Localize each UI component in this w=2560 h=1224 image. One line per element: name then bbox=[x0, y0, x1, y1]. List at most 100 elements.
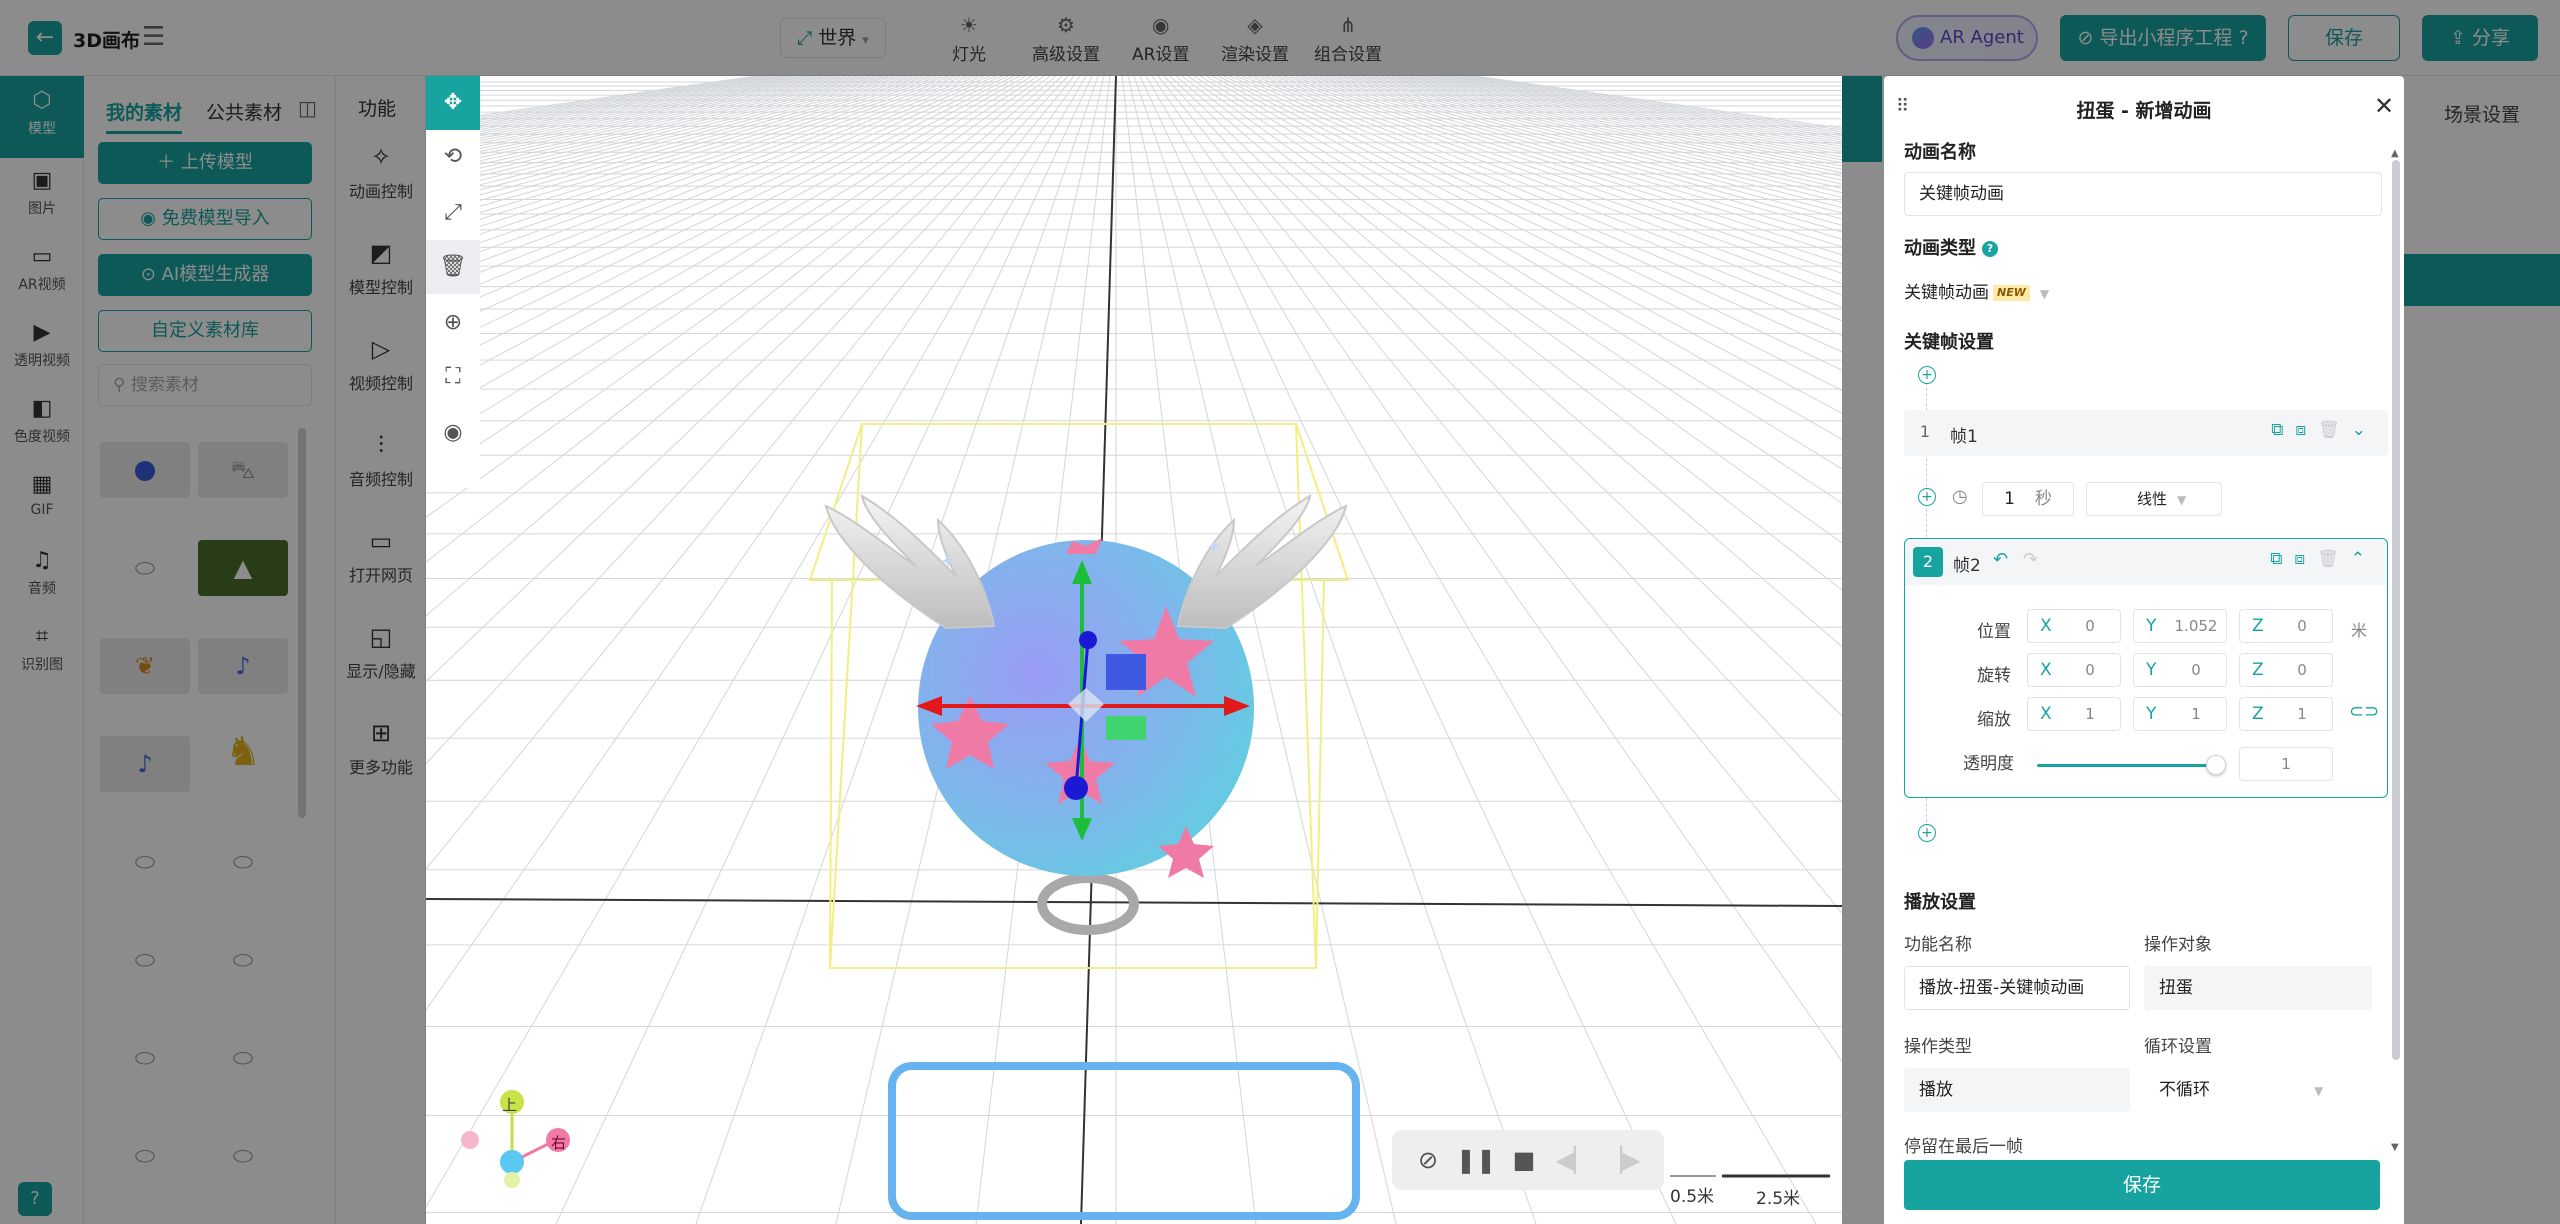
axis-z: Z bbox=[2252, 660, 2264, 680]
loop-select[interactable]: 不循环 ▼ bbox=[2144, 1068, 2372, 1112]
delete-tool-icon[interactable]: 🗑 bbox=[426, 240, 480, 294]
gizmo-up-label: 上 bbox=[502, 1096, 518, 1114]
scale-y-value: 1 bbox=[2191, 705, 2201, 723]
axis-z: Z bbox=[2252, 704, 2264, 724]
rotation-z-input[interactable]: Z0 bbox=[2239, 653, 2333, 687]
gizmo-right-label: 右 bbox=[551, 1134, 567, 1152]
loop-value: 不循环 bbox=[2159, 1080, 2210, 1100]
scale-label-large: 2.5米 bbox=[1756, 1189, 1801, 1209]
keyframe-2-header[interactable]: 2 帧2 ↶ ↷ ⧉⧈🗑⌃ bbox=[1905, 539, 2387, 585]
add-keyframe-icon[interactable]: + bbox=[1918, 824, 1936, 842]
duration-unit: 秒 bbox=[2034, 489, 2052, 509]
viewport-toolbar: ✥ ⟲ ⤢ 🗑 ⊕ ⛶ ◉ bbox=[426, 76, 480, 488]
stay-last-frame-label: 停留在最后一帧 bbox=[1904, 1137, 2023, 1157]
opacity-slider-handle[interactable] bbox=[2206, 755, 2226, 775]
loop-settings-label: 循环设置 bbox=[2144, 1037, 2212, 1057]
duration-input[interactable]: 1秒 bbox=[1982, 482, 2074, 516]
function-name-input[interactable]: 播放-扭蛋-关键帧动画 bbox=[1904, 966, 2130, 1010]
dialog-save-button[interactable]: 保存 bbox=[1904, 1160, 2380, 1210]
rotation-x-input[interactable]: X0 bbox=[2027, 653, 2121, 687]
move-tool-icon[interactable]: ✥ bbox=[426, 76, 480, 130]
new-animation-dialog: ⠿ 扭蛋 - 新增动画 ✕ 动画名称 关键帧动画 动画类型? 关键帧动画 NEW ▼… bbox=[1884, 76, 2404, 1224]
chevron-up-icon[interactable]: ⌃ bbox=[2351, 549, 2377, 569]
animation-name-label: 动画名称 bbox=[1904, 142, 1976, 163]
delete-icon[interactable]: 🗑 bbox=[2318, 420, 2352, 440]
help-icon[interactable]: ? bbox=[1982, 241, 1998, 257]
chevron-down-icon: ▼ bbox=[2177, 493, 2187, 507]
animation-type-text: 动画类型 bbox=[1904, 238, 1976, 259]
animation-playbar: ⊘ ❚❚ ■ ◀▏ ▕▶ bbox=[1392, 1130, 1664, 1190]
rotation-y-input[interactable]: Y0 bbox=[2133, 653, 2227, 687]
axis-y: Y bbox=[2146, 660, 2157, 680]
pause-icon[interactable]: ❚❚ bbox=[1450, 1130, 1502, 1190]
lock-ratio-icon[interactable]: ⊂⊃ bbox=[2349, 701, 2379, 722]
duplicate-icon[interactable]: ⧈ bbox=[2295, 420, 2318, 440]
easing-value: 线性 bbox=[2137, 490, 2168, 508]
position-y-input[interactable]: Y 1.052 bbox=[2133, 609, 2227, 643]
easing-select[interactable]: 线性 ▼ bbox=[2086, 482, 2222, 516]
opacity-slider-track[interactable] bbox=[2037, 764, 2216, 767]
delete-icon[interactable]: 🗑 bbox=[2317, 549, 2351, 569]
add-keyframe-icon[interactable]: + bbox=[1918, 366, 1936, 384]
add-keyframe-icon[interactable]: + bbox=[1918, 488, 1936, 506]
eye-icon[interactable]: ◉ bbox=[426, 406, 480, 460]
frame-name: 帧2 bbox=[1953, 556, 1981, 576]
animation-type-value: 关键帧动画 bbox=[1904, 283, 1989, 303]
chevron-down-icon[interactable]: ⌄ bbox=[2352, 420, 2378, 440]
play-settings-label: 播放设置 bbox=[1904, 892, 1976, 913]
opacity-value: 1 bbox=[2281, 755, 2291, 773]
target-label: 操作对象 bbox=[2144, 935, 2212, 955]
scale-label-small: 0.5米 bbox=[1670, 1187, 1715, 1207]
axis-x: X bbox=[2040, 660, 2052, 680]
animation-type-label: 动画类型? bbox=[1904, 234, 1998, 260]
position-z-input[interactable]: Z0 bbox=[2239, 609, 2333, 643]
scale-tool-icon[interactable]: ⤢ bbox=[426, 186, 480, 240]
focus-tool-icon[interactable]: ⊕ bbox=[426, 296, 480, 350]
timer-icon: ◷ bbox=[1952, 486, 1968, 507]
keyframe-settings-label: 关键帧设置 bbox=[1904, 332, 1994, 353]
position-unit: 米 bbox=[2351, 621, 2368, 640]
frame-number: 2 bbox=[1913, 547, 1943, 577]
undo-icon[interactable]: ↶ bbox=[1993, 549, 2008, 570]
next-frame-icon[interactable]: ▕▶ bbox=[1596, 1130, 1648, 1190]
dialog-scrollbar[interactable] bbox=[2392, 160, 2400, 1060]
svg-text:✦: ✦ bbox=[940, 549, 957, 573]
prev-frame-icon[interactable]: ◀▏ bbox=[1548, 1130, 1600, 1190]
fit-view-icon[interactable]: ⛶ bbox=[426, 350, 480, 404]
scale-z-value: 1 bbox=[2297, 705, 2307, 723]
copy-icon[interactable]: ⧉ bbox=[2271, 420, 2295, 440]
loop-off-icon[interactable]: ⊘ bbox=[1402, 1130, 1454, 1190]
duplicate-icon[interactable]: ⧈ bbox=[2294, 549, 2317, 569]
close-icon[interactable]: ✕ bbox=[2374, 92, 2394, 120]
keyframe-row-2: 2 帧2 ↶ ↷ ⧉⧈🗑⌃ 位置 X0 Y 1.052 Z0 米 旋转 X0 Y0… bbox=[1904, 538, 2388, 798]
opacity-input[interactable]: 1 bbox=[2239, 747, 2333, 781]
rotation-z-value: 0 bbox=[2297, 661, 2307, 679]
rotate-tool-icon[interactable]: ⟲ bbox=[426, 130, 480, 184]
stop-icon[interactable]: ■ bbox=[1498, 1130, 1550, 1190]
copy-icon[interactable]: ⧉ bbox=[2270, 549, 2294, 569]
scale-x-value: 1 bbox=[2085, 705, 2095, 723]
scale-y-input[interactable]: Y1 bbox=[2133, 697, 2227, 731]
frame-actions: ⧉⧈🗑⌃ bbox=[2270, 549, 2377, 569]
scale-x-input[interactable]: X1 bbox=[2027, 697, 2121, 731]
rotation-label: 旋转 bbox=[1977, 666, 2011, 686]
axis-x: X bbox=[2040, 704, 2052, 724]
axis-y: Y bbox=[2146, 616, 2157, 636]
chevron-down-icon: ▼ bbox=[2039, 287, 2050, 301]
3d-viewport[interactable]: ✦ ✦ 上 右 ✥ ⟲ ⤢ 🗑 ⊕ ⛶ ◉ ⊘ ❚❚ ■ ◀▏ ▕▶ 0.5米 … bbox=[426, 76, 1842, 1224]
chevron-down-icon: ▼ bbox=[2314, 1084, 2324, 1098]
scroll-down-icon[interactable]: ▼ bbox=[2391, 1142, 2399, 1153]
target-field: 扭蛋 bbox=[2144, 966, 2372, 1010]
scroll-up-icon[interactable]: ▲ bbox=[2391, 148, 2399, 159]
scale-z-input[interactable]: Z1 bbox=[2239, 697, 2333, 731]
position-y-value: 1.052 bbox=[2174, 617, 2218, 635]
rotation-y-value: 0 bbox=[2191, 661, 2201, 679]
animation-type-select[interactable]: 关键帧动画 NEW ▼ bbox=[1904, 278, 2084, 303]
animation-name-input[interactable]: 关键帧动画 bbox=[1904, 172, 2382, 216]
position-label: 位置 bbox=[1977, 622, 2011, 642]
position-x-input[interactable]: X0 bbox=[2027, 609, 2121, 643]
rotation-x-value: 0 bbox=[2085, 661, 2095, 679]
keyframe-row-1[interactable]: 1 帧1 ⧉⧈🗑⌄ bbox=[1904, 410, 2388, 456]
frame-actions: ⧉⧈🗑⌄ bbox=[2271, 420, 2378, 440]
redo-icon[interactable]: ↷ bbox=[2023, 549, 2038, 570]
